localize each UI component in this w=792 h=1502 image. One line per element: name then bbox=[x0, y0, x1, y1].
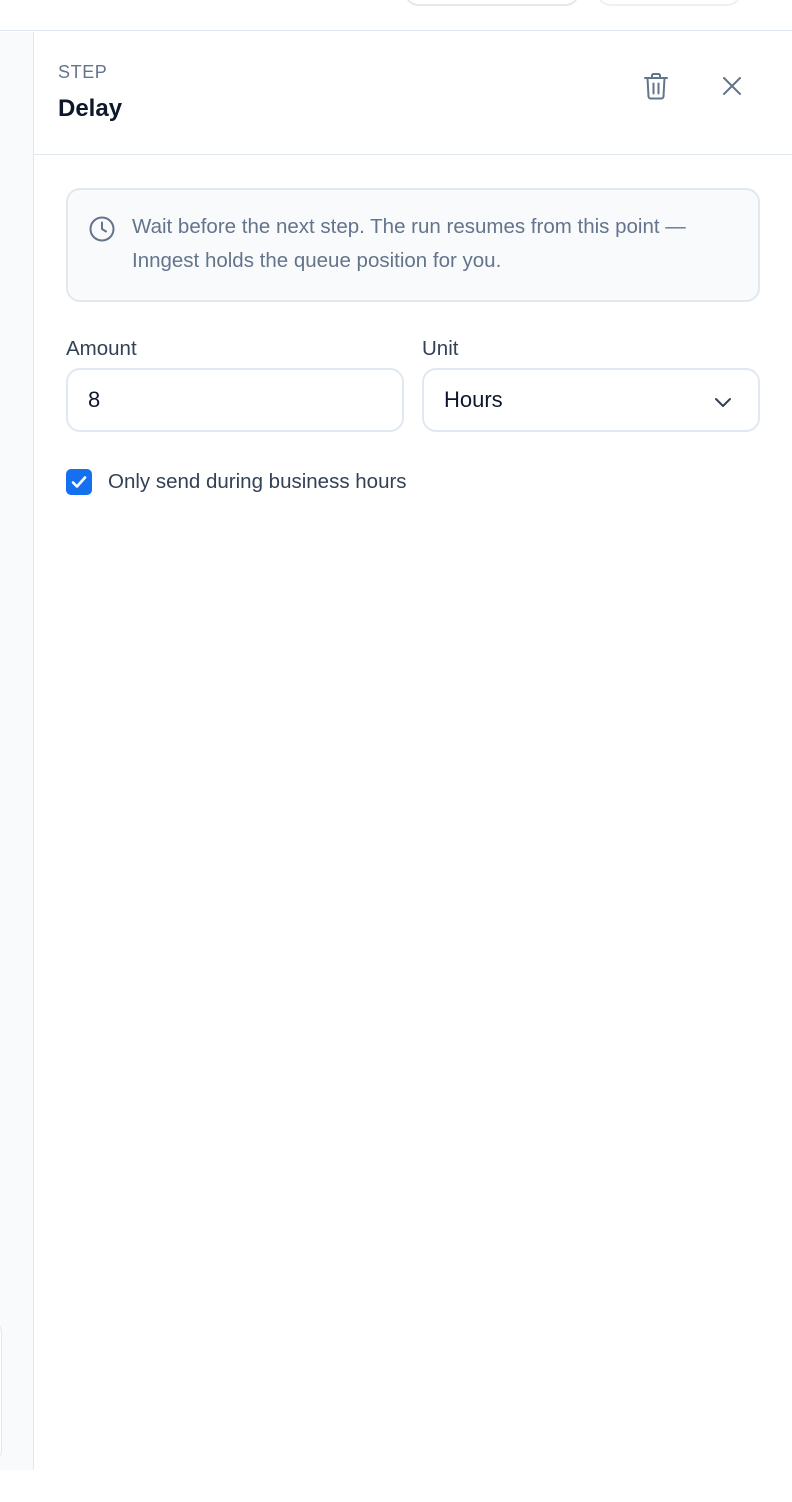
panel-title: Delay bbox=[58, 95, 123, 122]
close-panel-button[interactable] bbox=[712, 66, 752, 106]
checkmark-icon bbox=[71, 476, 87, 488]
info-callout: Wait before the next step. The run resum… bbox=[66, 188, 760, 302]
step-inspector-panel: STEP Delay Wait before the next step. Th… bbox=[34, 32, 792, 1470]
unit-value: Hours bbox=[444, 387, 503, 412]
clock-icon bbox=[89, 216, 115, 242]
amount-label: Amount bbox=[66, 337, 137, 360]
amount-input[interactable]: 8 bbox=[66, 368, 404, 432]
panel-eyebrow: STEP bbox=[58, 62, 108, 82]
callout-text: Wait before the next step. The run resum… bbox=[132, 215, 686, 272]
chevron-down-icon bbox=[715, 398, 731, 407]
close-icon bbox=[723, 77, 741, 95]
business-hours-option[interactable]: Only send during business hours bbox=[66, 468, 407, 496]
toolbar-button[interactable] bbox=[596, 0, 742, 6]
amount-value: 8 bbox=[88, 387, 101, 412]
trash-icon bbox=[644, 73, 668, 100]
unit-select[interactable]: Hours bbox=[422, 368, 760, 432]
top-toolbar bbox=[0, 0, 792, 31]
canvas-node[interactable] bbox=[0, 1322, 2, 1460]
workflow-editor: STEP Delay Wait before the next step. Th… bbox=[0, 0, 792, 1502]
toolbar-button[interactable] bbox=[404, 0, 580, 6]
business-hours-label: Only send during business hours bbox=[108, 470, 407, 493]
business-hours-checkbox[interactable] bbox=[66, 469, 92, 495]
panel-header: STEP Delay bbox=[34, 32, 792, 155]
workflow-canvas[interactable] bbox=[0, 32, 33, 1470]
delete-step-button[interactable] bbox=[636, 66, 676, 106]
unit-label: Unit bbox=[422, 337, 459, 360]
